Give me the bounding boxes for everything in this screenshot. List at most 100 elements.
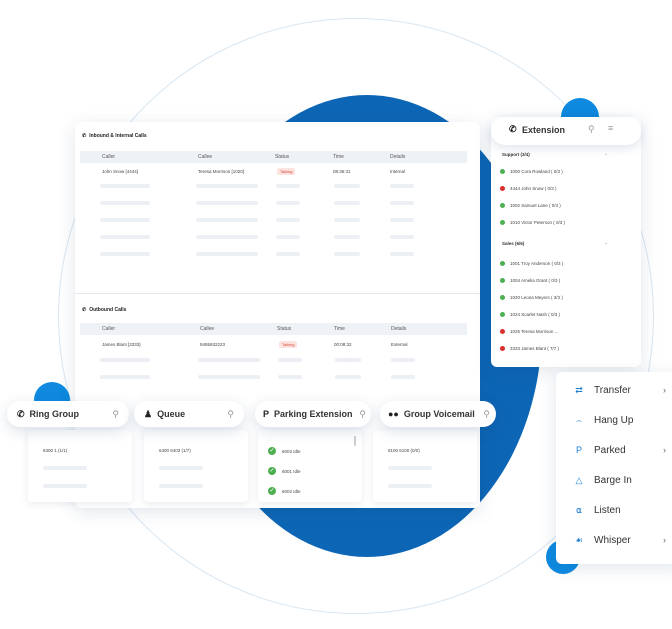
outbound-status-badge: Talking <box>279 341 298 348</box>
placeholder-line <box>334 235 360 239</box>
chevron-down-icon[interactable]: ⌄ <box>604 151 608 157</box>
parking-header[interactable]: P Parking Extension ⚲ <box>255 401 371 427</box>
outbound-table-header <box>80 323 467 335</box>
ring-group-value[interactable]: 6300 1 (1/1) <box>43 448 67 453</box>
menu-item-label: Whisper <box>594 534 631 546</box>
queue-value[interactable]: 6400 6403 (1/7) <box>159 448 191 453</box>
placeholder-line <box>390 235 414 239</box>
extension-item-label: 1024 Scarlet Nash ( 0/3 ) <box>510 312 561 317</box>
parking-icon: P <box>263 409 270 419</box>
search-icon[interactable]: ⚲ <box>112 409 119 420</box>
menu-item-label: Hang Up <box>594 414 634 426</box>
inbound-time: 08:36:31 <box>333 169 351 174</box>
queue-title: Queue <box>157 409 186 419</box>
calls-divider <box>75 293 480 294</box>
status-available-icon <box>500 169 505 174</box>
filter-icon[interactable]: ≡ <box>608 123 613 133</box>
extension-item-label: 1020 Leona Meyers ( 3/3 ) <box>510 295 563 300</box>
inbound-col-caller: Caller <box>102 154 116 160</box>
status-busy-icon <box>500 346 505 351</box>
placeholder-line <box>388 484 432 488</box>
placeholder-line <box>335 375 361 379</box>
extension-item[interactable]: 1002 Samuel Lane ( 0/3 ) <box>500 203 561 208</box>
placeholder-line <box>276 235 300 239</box>
menu-item-hang-up[interactable]: ⌢ Hang Up <box>570 405 670 435</box>
placeholder-line <box>278 358 302 362</box>
ring-group-header[interactable]: ✆ Ring Group ⚲ <box>7 401 129 427</box>
placeholder-line <box>276 201 300 205</box>
placeholder-line <box>100 184 150 188</box>
inbound-col-status: Status <box>275 154 290 160</box>
placeholder-line <box>391 358 415 362</box>
menu-item-barge-in[interactable]: △ Barge In <box>570 465 670 495</box>
placeholder-line <box>100 358 150 362</box>
phone-outgoing-icon: ✆ <box>82 307 87 313</box>
search-icon[interactable]: ⚲ <box>483 409 490 420</box>
parking-slot[interactable]: ✓ 6003 Idle <box>268 447 301 455</box>
inbound-status-badge: Talking <box>277 168 296 175</box>
barge-in-icon: △ <box>575 474 583 485</box>
extension-item[interactable]: 3333 James Blant ( 7/7 ) <box>500 346 559 351</box>
extension-item[interactable]: 1004 Amelia Grant ( 0/3 ) <box>500 278 560 283</box>
status-available-icon <box>500 278 505 283</box>
menu-item-transfer[interactable]: ⇄ Transfer › <box>570 375 670 405</box>
extension-item[interactable]: 1020 Leona Meyers ( 3/3 ) <box>500 295 563 300</box>
extension-group-sales[interactable]: Sales (6/6) <box>502 241 524 246</box>
placeholder-line <box>159 466 203 470</box>
placeholder-line <box>196 235 258 239</box>
group-voicemail-value[interactable]: 6100 6100 (0/0) <box>388 448 420 453</box>
placeholder-line <box>390 184 414 188</box>
outbound-caller[interactable]: James Blant [3333] <box>102 342 141 347</box>
ring-group-icon: ✆ <box>17 408 25 419</box>
placeholder-line <box>391 375 415 379</box>
parking-slot[interactable]: ✓ 6001 Idle <box>268 467 301 475</box>
extension-item[interactable]: 1000 Cora Rowland ( 0/3 ) <box>500 169 563 174</box>
placeholder-line <box>100 218 150 222</box>
inbound-col-callee: Callee <box>198 154 213 160</box>
queue-header[interactable]: ♟ Queue ⚲ <box>134 401 244 427</box>
menu-item-listen[interactable]: ⍺ Listen <box>570 495 670 525</box>
parked-icon: P <box>575 445 582 455</box>
extension-item[interactable]: 1025 Teresa Morrison ... <box>500 329 558 334</box>
search-icon[interactable]: ⚲ <box>359 409 366 420</box>
chevron-right-icon: › <box>663 445 666 455</box>
inbound-table-header <box>80 151 467 163</box>
inbound-caller[interactable]: John Snow [4444] <box>102 169 138 174</box>
search-icon[interactable]: ⚲ <box>588 124 595 135</box>
parking-title: Parking Extension <box>274 409 353 419</box>
check-icon: ✓ <box>268 487 276 495</box>
parking-slot-label: 6003 Idle <box>282 448 301 454</box>
extension-group-support[interactable]: Support (3/4) <box>502 152 530 157</box>
outbound-col-callee: Callee <box>200 326 215 332</box>
menu-item-whisper[interactable]: ☙ Whisper › <box>570 525 670 555</box>
placeholder-line <box>334 201 360 205</box>
scrollbar[interactable] <box>354 436 356 446</box>
inbound-col-details: Details <box>390 154 406 160</box>
extension-item[interactable]: 1024 Scarlet Nash ( 0/3 ) <box>500 312 560 317</box>
extension-item[interactable]: 4444 John Snow ( 0/3 ) <box>500 186 557 191</box>
inbound-callee[interactable]: Teresa Morrison [1020] <box>198 169 244 174</box>
inbound-section-title: ✆ Inbound & Internal Calls <box>82 133 147 139</box>
group-voicemail-title: Group Voicemail <box>403 409 475 419</box>
group-voicemail-header[interactable]: ●● Group Voicemail ⚲ <box>380 401 496 427</box>
placeholder-line <box>276 252 300 256</box>
headphones-icon: ⍺ <box>576 504 582 515</box>
outbound-section-title: ✆ Outbound Calls <box>82 307 126 313</box>
ring-group-card: 6300 1 (1/1) <box>28 430 132 502</box>
ring-group-title: Ring Group <box>29 409 80 419</box>
outbound-callee[interactable]: 9495932223 <box>200 342 225 347</box>
outbound-col-status: Status <box>277 326 292 332</box>
extension-item-label: 4444 John Snow ( 0/3 ) <box>510 186 557 191</box>
parking-slot[interactable]: ✓ 6002 Idle <box>268 487 301 495</box>
chevron-down-icon[interactable]: ⌄ <box>604 240 608 246</box>
search-icon[interactable]: ⚲ <box>227 409 234 420</box>
extension-item[interactable]: 1010 Victor Peterson ( 0/3 ) <box>500 220 565 225</box>
menu-item-parked[interactable]: P Parked › <box>570 435 670 465</box>
parking-slot-label: 6002 Idle <box>282 488 301 494</box>
placeholder-line <box>159 484 203 488</box>
placeholder-line <box>334 184 360 188</box>
extension-item[interactable]: 1001 Troy Anderson ( 0/3 ) <box>500 261 563 266</box>
placeholder-line <box>334 252 360 256</box>
check-icon: ✓ <box>268 447 276 455</box>
inbound-details: Internal <box>390 169 406 174</box>
